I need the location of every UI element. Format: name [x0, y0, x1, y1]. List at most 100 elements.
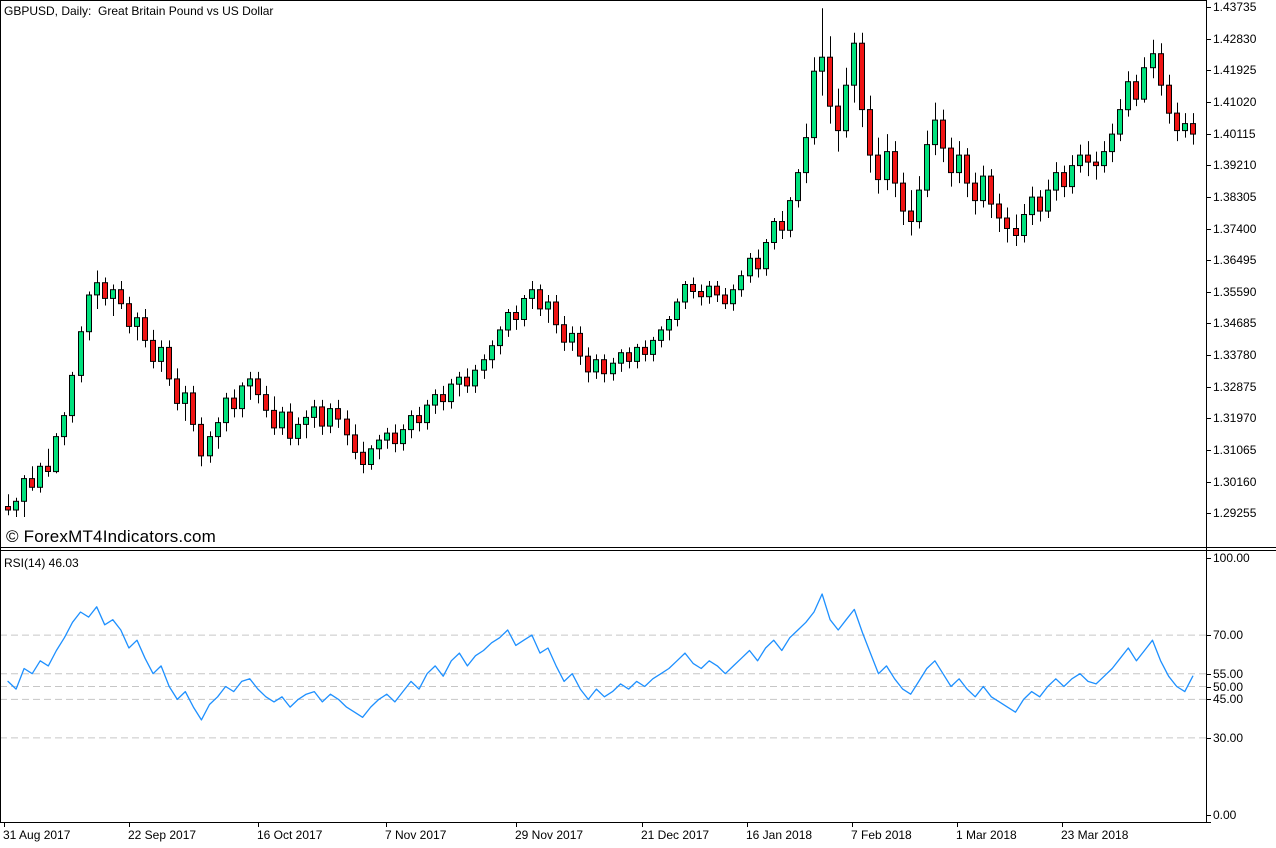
date-axis-label: 23 Mar 2018 [1061, 828, 1128, 842]
candle-down [1086, 155, 1091, 162]
candle-up [731, 290, 736, 304]
rsi-axis-tick [1206, 815, 1211, 816]
candle-down [103, 283, 108, 299]
price-axis-label: 1.40115 [1213, 127, 1256, 141]
candle-up [546, 302, 551, 309]
rsi-axis-tick [1206, 635, 1211, 636]
candle-up [772, 222, 777, 243]
date-axis-tick [747, 823, 748, 827]
date-axis-label: 29 Nov 2017 [515, 828, 583, 842]
candle-down [780, 222, 785, 231]
candle-up [304, 417, 309, 424]
candle-down [232, 398, 237, 409]
candle-down [175, 379, 180, 404]
panel-separator-bottom[interactable] [0, 550, 1276, 551]
price-axis-label: 1.29255 [1213, 506, 1256, 520]
candle-up [933, 120, 938, 145]
candle-down [1005, 218, 1010, 229]
price-axis-label: 1.33780 [1213, 348, 1256, 362]
candle-up [208, 437, 213, 456]
candle-up [619, 353, 624, 364]
candle-down [151, 340, 156, 361]
candle-down [1167, 85, 1172, 113]
price-axis-label: 1.36495 [1213, 253, 1256, 267]
candle-down [6, 507, 11, 511]
candle-up [788, 201, 793, 231]
candle-down [997, 204, 1002, 218]
price-axis-tick [1206, 197, 1211, 198]
price-axis-tick [1206, 39, 1211, 40]
candle-down [1191, 124, 1196, 135]
date-axis-tick [129, 823, 130, 827]
price-axis-tick [1206, 229, 1211, 230]
candle-up [433, 395, 438, 406]
candle-up [369, 449, 374, 465]
candle-down [836, 106, 841, 131]
candle-up [1151, 54, 1156, 68]
rsi-axis-tick [1206, 738, 1211, 739]
candle-down [1159, 54, 1164, 85]
candle-down [1134, 82, 1139, 100]
mt4-chart-window: GBPUSD, Daily: Great Britain Pound vs US… [0, 0, 1276, 848]
rsi-axis-label: 70.00 [1213, 628, 1243, 642]
candle-up [280, 412, 285, 428]
price-axis-tick [1206, 482, 1211, 483]
price-axis-tick [1206, 292, 1211, 293]
rsi-axis-tick [1206, 558, 1211, 559]
date-axis-tick [386, 823, 387, 827]
price-axis-tick [1206, 102, 1211, 103]
candle-up [844, 85, 849, 131]
candle-down [264, 395, 269, 411]
candle-up [159, 347, 164, 361]
candle-down [336, 409, 341, 420]
date-axis-label: 16 Oct 2017 [257, 828, 322, 842]
candle-up [87, 295, 92, 332]
candle-up [240, 386, 245, 409]
candle-up [482, 360, 487, 371]
candle-down [973, 183, 978, 201]
price-axis-label: 1.31065 [1213, 443, 1256, 457]
watermark: © ForexMT4Indicators.com [6, 527, 216, 547]
rsi-axis-label: 55.00 [1213, 667, 1243, 681]
candle-down [554, 302, 559, 325]
candle-down [272, 410, 277, 428]
rsi-axis-tick [1206, 687, 1211, 688]
candle-down [893, 152, 898, 184]
candle-up [449, 384, 454, 402]
candle-up [312, 407, 317, 418]
price-axis-label: 1.41020 [1213, 95, 1256, 109]
candle-down [643, 347, 648, 354]
price-axis-tick [1206, 134, 1211, 135]
candle-up [1022, 215, 1027, 236]
candle-down [514, 313, 519, 320]
candle-up [296, 424, 301, 438]
candle-down [143, 318, 148, 341]
candle-up [675, 302, 680, 320]
candle-down [46, 466, 51, 471]
price-axis-tick [1206, 513, 1211, 514]
candle-up [183, 393, 188, 404]
candle-down [119, 290, 124, 304]
candle-up [885, 152, 890, 180]
panel-separator-top[interactable] [0, 547, 1276, 548]
price-chart-area[interactable] [0, 0, 1206, 548]
candle-down [868, 110, 873, 156]
candle-up [1142, 68, 1147, 100]
candle-up [530, 290, 535, 299]
candle-down [30, 479, 35, 488]
candle-down [756, 258, 761, 269]
candle-up [224, 398, 229, 423]
candle-up [457, 377, 462, 384]
price-axis-label: 1.43735 [1213, 0, 1256, 14]
price-axis-label: 1.35590 [1213, 285, 1256, 299]
candle-down [699, 292, 704, 297]
candle-down [909, 211, 914, 222]
date-axis-label: 21 Dec 2017 [641, 828, 709, 842]
date-axis-label: 1 Mar 2018 [956, 828, 1017, 842]
candle-up [570, 333, 575, 342]
rsi-chart-area[interactable] [0, 551, 1206, 822]
candle-up [111, 290, 116, 299]
date-axis-tick [957, 823, 958, 827]
candle-down [127, 304, 132, 327]
candle-down [288, 412, 293, 438]
